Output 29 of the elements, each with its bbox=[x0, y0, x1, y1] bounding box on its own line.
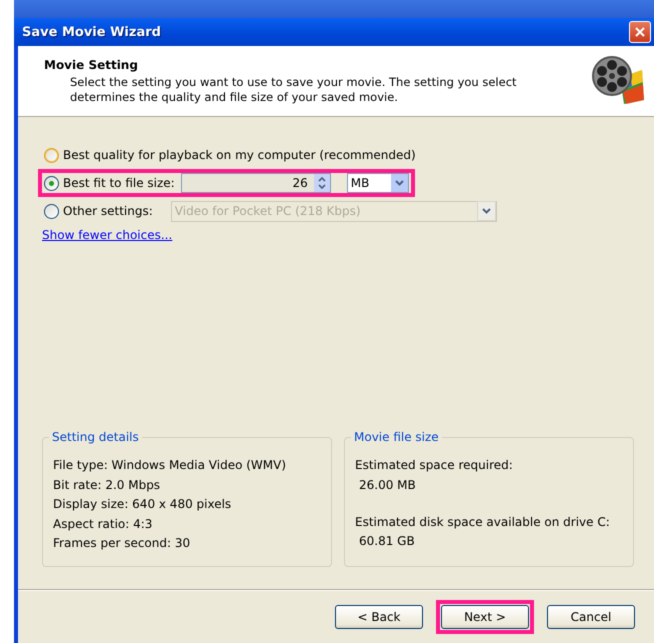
radio-button[interactable] bbox=[44, 176, 59, 190]
wizard-button[interactable]: Cancel bbox=[547, 604, 635, 628]
size-label: Estimated space required: bbox=[355, 457, 514, 474]
unit-dropdown[interactable]: MB bbox=[346, 173, 409, 193]
size-value: 26.00 MB bbox=[358, 476, 417, 494]
radio-button[interactable] bbox=[44, 148, 59, 162]
wizard-button[interactable]: < Back bbox=[335, 604, 423, 628]
option-label: Other settings: bbox=[63, 204, 153, 218]
page-description: Select the setting you want to use to save your movie. The setting you select determines the quality and file size of your saved movie. bbox=[70, 75, 518, 105]
window-title: Save Movie Wizard bbox=[22, 24, 161, 40]
wizard-button[interactable]: Next > bbox=[441, 604, 529, 628]
detail-text: Frames per second: 30 bbox=[53, 535, 192, 552]
detail-text: File type: Windows Media Video (WMV) bbox=[53, 457, 288, 474]
size-value: 60.81 GB bbox=[358, 533, 416, 550]
detail-text: Aspect ratio: 4:3 bbox=[53, 516, 154, 532]
detail-text: Display size: 640 x 480 pixels bbox=[53, 496, 232, 513]
option-label: Best quality for playback on my computer (recommended) bbox=[63, 148, 416, 162]
page-title: Movie Setting bbox=[44, 58, 139, 72]
detail-text: Bit rate: 2.0 Mbps bbox=[53, 476, 162, 494]
caret-icon bbox=[394, 180, 404, 186]
close-button[interactable] bbox=[629, 21, 651, 43]
file-size-field[interactable]: 26 bbox=[180, 173, 331, 193]
close-icon bbox=[634, 26, 646, 38]
size-label: Estimated disk space available on drive C: bbox=[355, 514, 611, 530]
group-title: Movie file size bbox=[351, 430, 442, 444]
show-fewer-choices-link[interactable]: Show fewer choices... bbox=[42, 228, 172, 242]
group-title: Setting details bbox=[49, 430, 142, 444]
option-label: Best fit to file size: bbox=[63, 176, 175, 190]
caret-icon bbox=[482, 208, 491, 214]
